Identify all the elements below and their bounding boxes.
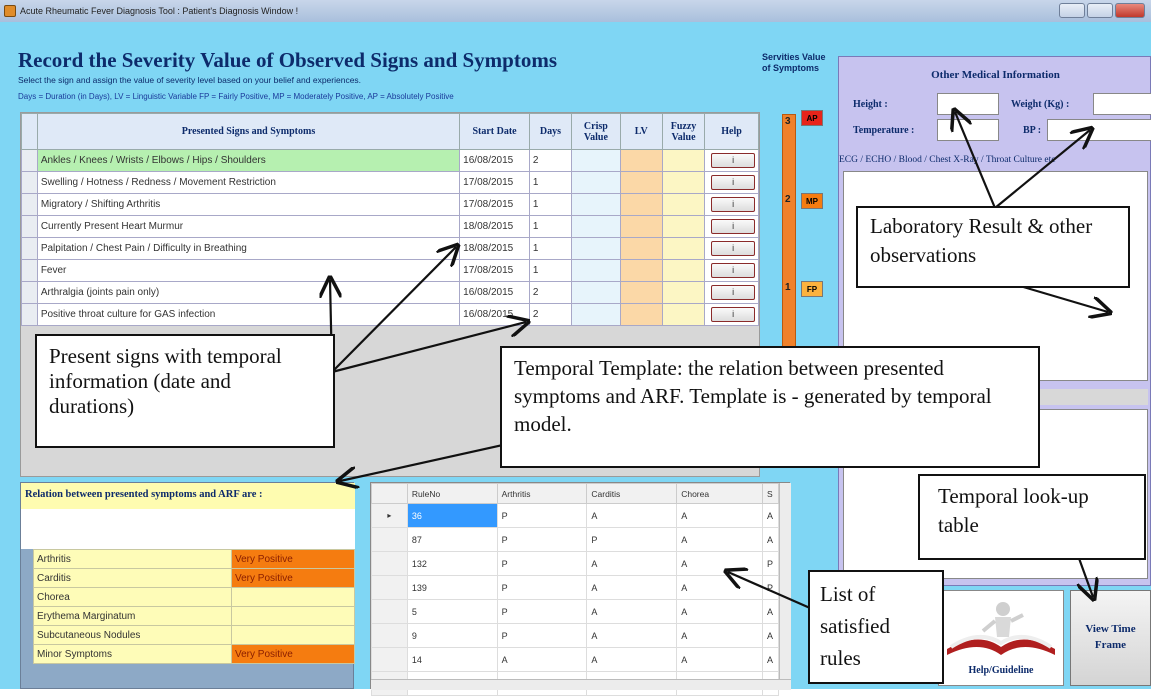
annotation-lookup-table: Temporal look-up table	[918, 474, 1146, 560]
annotation-present-signs: Present signs with temporal information …	[35, 334, 335, 448]
annotation-satisfied-rules: List of satisfied rules	[808, 570, 944, 684]
annotation-lab-result: Laboratory Result & other observations	[856, 206, 1130, 288]
annotation-temporal-template: Temporal Template: the relation between …	[500, 346, 1040, 468]
